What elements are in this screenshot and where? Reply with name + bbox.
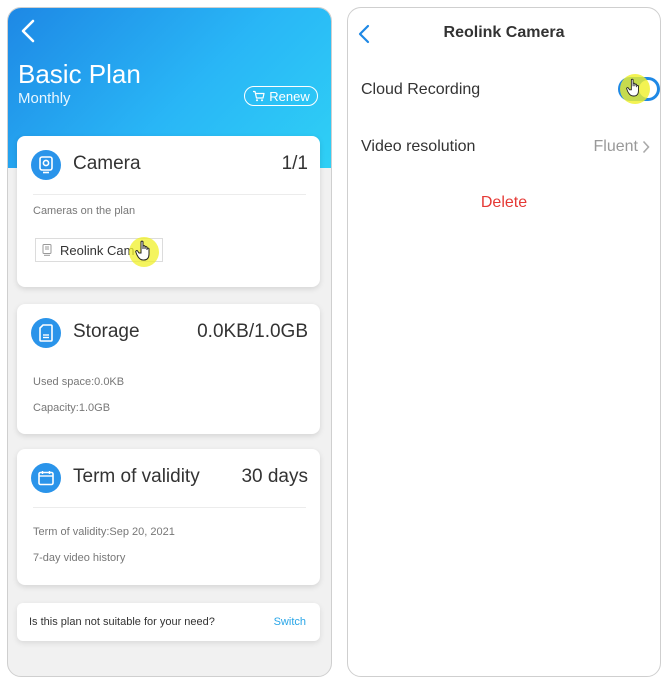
cloud-recording-label: Cloud Recording bbox=[361, 81, 481, 98]
video-history-label: 7-day video history bbox=[33, 552, 126, 564]
back-arrow-icon[interactable] bbox=[18, 18, 38, 44]
plan-period: Monthly bbox=[18, 90, 71, 107]
plan-switch-row: Is this plan not suitable for your need?… bbox=[17, 603, 320, 641]
capacity-label: Capacity:1.0GB bbox=[33, 402, 111, 414]
term-of-validity-label: Term of validity:Sep 20, 2021 bbox=[33, 526, 175, 538]
divider bbox=[33, 507, 306, 508]
cameras-on-plan-label: Cameras on the plan bbox=[33, 205, 136, 217]
hand-pointer-icon bbox=[626, 78, 639, 97]
sd-card-icon bbox=[31, 318, 61, 348]
storage-usage: 0.0KB/1.0GB bbox=[197, 321, 308, 342]
delete-button[interactable]: Delete bbox=[348, 194, 660, 212]
video-resolution-label: Video resolution bbox=[361, 138, 476, 155]
cart-icon bbox=[253, 90, 265, 102]
video-resolution-row[interactable]: Fluent bbox=[594, 138, 650, 156]
validity-card-title: Term of validity bbox=[73, 466, 200, 487]
page-title: Reolink Camera bbox=[443, 24, 565, 41]
camera-device-icon bbox=[42, 244, 52, 256]
renew-label: Renew bbox=[269, 88, 310, 104]
renew-button[interactable]: Renew bbox=[244, 86, 318, 106]
camera-count: 1/1 bbox=[281, 153, 308, 174]
storage-card-title: Storage bbox=[73, 321, 140, 342]
hand-pointer-icon bbox=[135, 240, 150, 261]
camera-chip-label: Reolink Cam bbox=[60, 242, 135, 258]
validity-duration: 30 days bbox=[241, 466, 308, 487]
plan-panel: Basic Plan Monthly Renew Camera 1/1 Came… bbox=[7, 7, 332, 677]
camera-card: Camera 1/1 Cameras on the plan Reolink C… bbox=[17, 136, 320, 287]
plan-question: Is this plan not suitable for your need? bbox=[29, 616, 215, 628]
camera-settings-panel: Reolink Camera Cloud Recording Video res… bbox=[347, 7, 661, 677]
used-space-label: Used space:0.0KB bbox=[33, 376, 125, 388]
calendar-icon bbox=[31, 463, 61, 493]
camera-icon bbox=[31, 150, 61, 180]
divider bbox=[33, 194, 306, 195]
switch-link[interactable]: Switch bbox=[274, 616, 306, 628]
plan-title: Basic Plan bbox=[18, 59, 141, 89]
cloud-recording-toggle[interactable] bbox=[618, 74, 660, 104]
chevron-right-icon bbox=[642, 140, 650, 154]
video-resolution-value: Fluent bbox=[593, 138, 638, 155]
camera-card-title: Camera bbox=[73, 153, 141, 174]
storage-card: Storage 0.0KB/1.0GB Used space:0.0KB Cap… bbox=[17, 304, 320, 434]
validity-card: Term of validity 30 days Term of validit… bbox=[17, 449, 320, 585]
